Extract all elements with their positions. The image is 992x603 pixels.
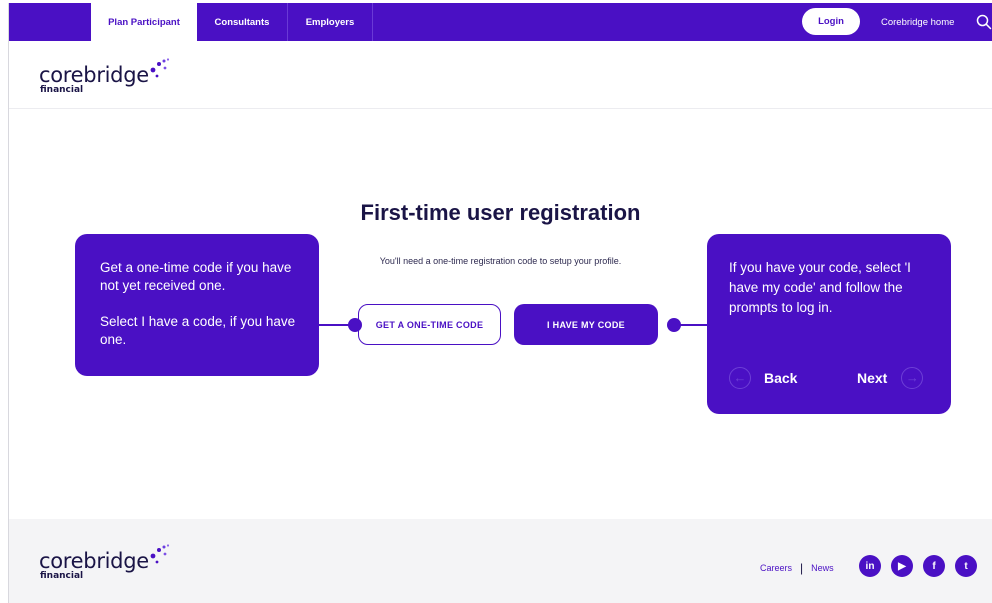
tab-consultants[interactable]: Consultants [197,3,287,41]
logo-wordmark: corebridge [39,549,149,573]
tab-divider [372,3,373,41]
next-button[interactable]: Next → [857,367,924,389]
corebridge-home-link[interactable]: Corebridge home [881,3,954,41]
top-nav: Plan Participant Consultants Employers L… [9,3,992,41]
left-tooltip-callout: Get a one-time code if you have not yet … [75,234,319,376]
back-label: Back [764,370,798,386]
page-title: First-time user registration [360,200,641,225]
logo-subtitle: financial [40,85,84,95]
site-header: corebridge financial [9,41,992,109]
logo-subtitle: financial [40,571,84,581]
tab-plan-participant[interactable]: Plan Participant [91,3,197,41]
facebook-icon[interactable]: f [923,555,945,577]
callout-text: If you have your code, select 'I have my… [729,260,911,315]
logo-dots-icon [150,544,170,564]
browser-page: Plan Participant Consultants Employers L… [8,3,992,603]
callout-pointer-dot [348,318,362,332]
login-button[interactable]: Login [802,8,860,35]
linkedin-icon[interactable]: in [859,555,881,577]
callout-text: Get a one-time code if you have not yet … [100,260,292,293]
footer-corebridge-logo[interactable]: corebridge financial [39,544,170,581]
corebridge-logo[interactable]: corebridge financial [39,58,170,95]
arrow-right-icon: → [901,367,924,389]
next-label: Next [857,370,888,386]
callout-pointer-dot [667,318,681,332]
logo-dots-icon [150,58,170,78]
footer-links: Careers | News [760,561,834,575]
callout-connector-line [677,324,708,326]
get-one-time-code-button[interactable]: GET A ONE-TIME CODE [358,304,501,345]
youtube-icon[interactable]: ▶ [891,555,913,577]
back-button[interactable]: ← Back [729,367,797,389]
site-footer: corebridge financial Careers | News in ▶… [9,519,992,603]
search-icon[interactable] [976,14,992,30]
news-link[interactable]: News [811,563,834,573]
i-have-my-code-button[interactable]: I HAVE MY CODE [514,304,658,345]
careers-link[interactable]: Careers [760,563,792,573]
tab-employers[interactable]: Employers [288,3,372,41]
callout-text: Select I have a code, if you have one. [100,314,296,347]
twitter-icon[interactable]: t [955,555,977,577]
arrow-left-icon: ← [729,367,751,389]
logo-wordmark: corebridge [39,63,149,87]
right-tooltip-callout: If you have your code, select 'I have my… [707,234,951,414]
footer-link-separator: | [800,561,804,575]
